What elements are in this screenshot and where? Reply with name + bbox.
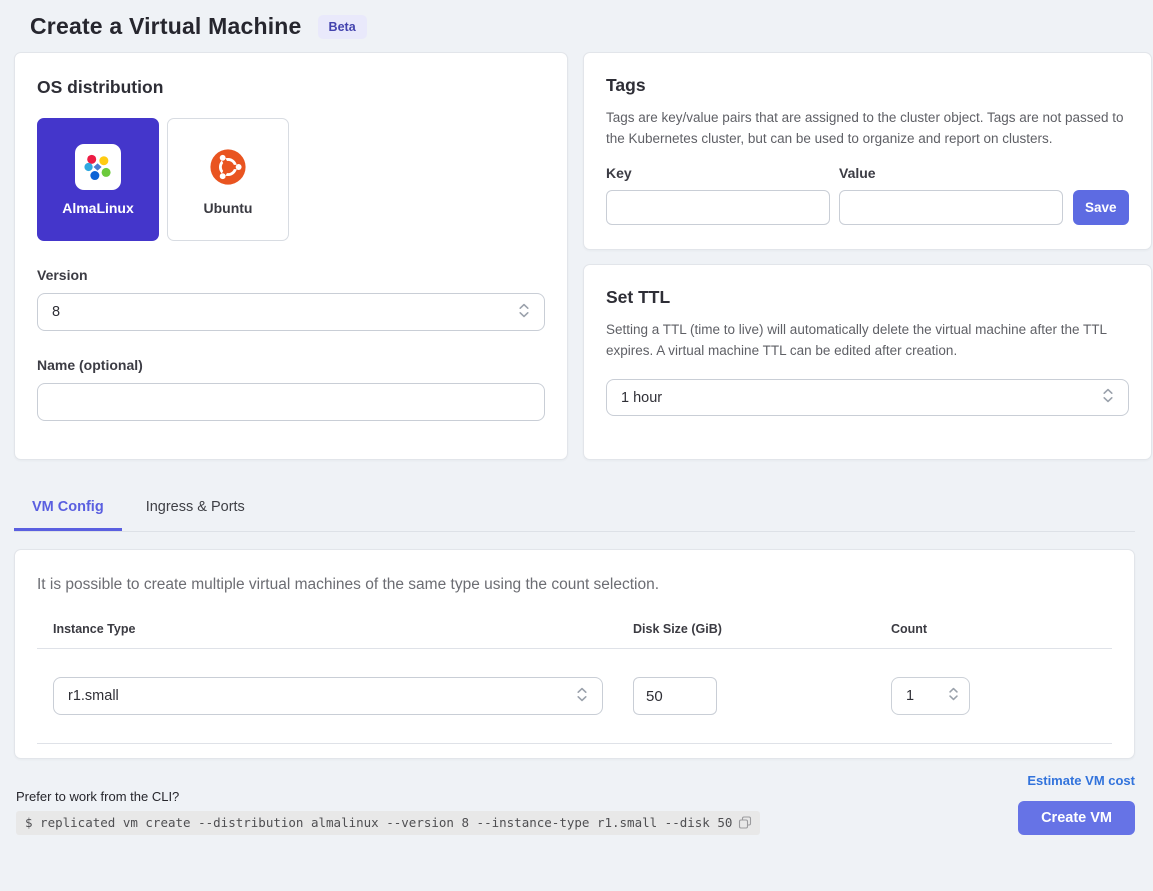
disk-size-input[interactable]: [633, 677, 717, 715]
beta-badge: Beta: [318, 15, 367, 39]
tag-value-input[interactable]: [839, 190, 1063, 225]
ubuntu-logo-icon: [205, 144, 251, 190]
tab-ingress-ports[interactable]: Ingress & Ports: [128, 487, 263, 531]
tabs: VM Config Ingress & Ports: [14, 487, 1135, 532]
cli-label: Prefer to work from the CLI?: [16, 789, 760, 804]
os-tile-label: AlmaLinux: [62, 200, 134, 216]
ttl-select-value: 1 hour: [621, 390, 662, 406]
page-title: Create a Virtual Machine: [30, 13, 302, 40]
ttl-select[interactable]: 1 hour: [606, 379, 1129, 416]
version-select[interactable]: 8: [37, 293, 545, 331]
tab-vm-config[interactable]: VM Config: [14, 487, 122, 531]
name-input[interactable]: [37, 383, 545, 421]
save-tag-button[interactable]: Save: [1073, 190, 1129, 225]
chevron-up-down-icon: [576, 686, 588, 707]
os-distribution-card: OS distribution AlmaL: [14, 52, 568, 460]
instance-type-value: r1.small: [68, 688, 119, 704]
version-select-value: 8: [52, 304, 60, 320]
chevron-up-down-icon: [518, 302, 530, 323]
chevron-up-down-icon: [1102, 387, 1114, 408]
os-tile-almalinux[interactable]: AlmaLinux: [37, 118, 159, 241]
vm-config-table: Instance Type Disk Size (GiB) Count r1.s…: [37, 622, 1112, 744]
cli-block: Prefer to work from the CLI? $ replicate…: [16, 789, 760, 835]
count-value: 1: [906, 688, 914, 704]
vm-config-note: It is possible to create multiple virtua…: [37, 576, 1112, 594]
set-ttl-title: Set TTL: [606, 287, 1129, 308]
tags-description: Tags are key/value pairs that are assign…: [606, 108, 1129, 149]
page-header: Create a Virtual Machine Beta: [14, 0, 1135, 52]
instance-type-select[interactable]: r1.small: [53, 677, 603, 715]
cli-command-text: $ replicated vm create --distribution al…: [25, 815, 732, 830]
chevron-up-down-icon: [948, 686, 959, 706]
tags-card: Tags Tags are key/value pairs that are a…: [583, 52, 1152, 250]
name-label: Name (optional): [37, 357, 545, 373]
tag-key-input[interactable]: [606, 190, 830, 225]
set-ttl-description: Setting a TTL (time to live) will automa…: [606, 320, 1129, 361]
column-header-instance-type: Instance Type: [53, 622, 633, 636]
table-row: r1.small 1: [37, 649, 1112, 744]
cli-command: $ replicated vm create --distribution al…: [16, 811, 760, 835]
version-label: Version: [37, 267, 545, 283]
tags-title: Tags: [606, 75, 1129, 96]
vm-config-card: It is possible to create multiple virtua…: [14, 549, 1135, 759]
almalinux-logo-icon: [75, 144, 121, 190]
os-tile-ubuntu[interactable]: Ubuntu: [167, 118, 289, 241]
copy-icon[interactable]: [738, 816, 752, 830]
footer: Prefer to work from the CLI? $ replicate…: [14, 773, 1135, 835]
estimate-vm-cost-link[interactable]: Estimate VM cost: [1027, 773, 1135, 788]
os-distribution-title: OS distribution: [37, 77, 545, 98]
count-stepper[interactable]: 1: [891, 677, 970, 715]
create-vm-button[interactable]: Create VM: [1018, 801, 1135, 835]
set-ttl-card: Set TTL Setting a TTL (time to live) wil…: [583, 264, 1152, 460]
os-tile-label: Ubuntu: [204, 200, 253, 216]
column-header-count: Count: [891, 622, 1112, 636]
tag-key-label: Key: [606, 165, 830, 181]
column-header-disk-size: Disk Size (GiB): [633, 622, 891, 636]
tag-value-label: Value: [839, 165, 1063, 181]
